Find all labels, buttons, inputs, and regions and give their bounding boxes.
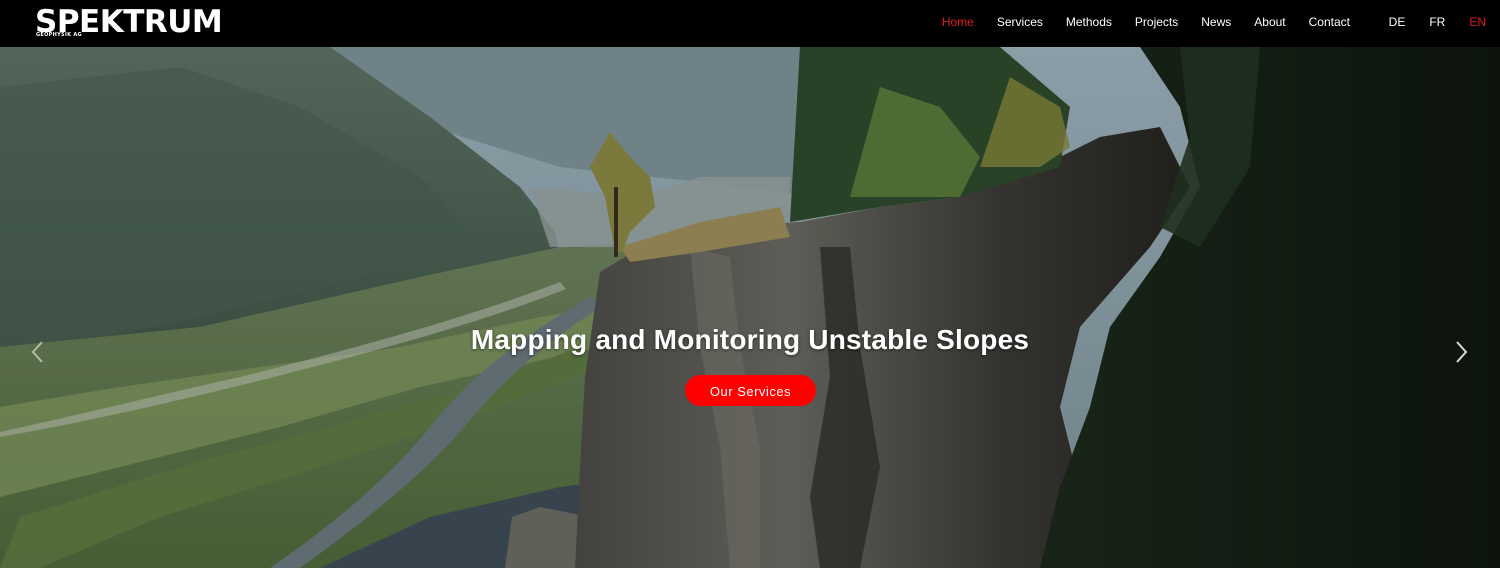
our-services-button[interactable]: Our Services: [685, 375, 816, 406]
nav-item-news[interactable]: News: [1201, 15, 1231, 29]
nav-item-about[interactable]: About: [1254, 15, 1285, 29]
lang-en[interactable]: EN: [1469, 15, 1486, 29]
lang-fr[interactable]: FR: [1429, 15, 1445, 29]
site-header: SPEKTRUM GEOPHYSIK AG Home Services Meth…: [0, 0, 1500, 47]
hero-background-image: [0, 47, 1500, 568]
chevron-right-icon: [1456, 341, 1468, 363]
nav-item-projects[interactable]: Projects: [1135, 15, 1178, 29]
hero-title: Mapping and Monitoring Unstable Slopes: [470, 323, 1030, 355]
nav-item-home[interactable]: Home: [942, 15, 974, 29]
page: SPEKTRUM GEOPHYSIK AG Home Services Meth…: [0, 0, 1500, 568]
nav-item-contact[interactable]: Contact: [1309, 15, 1350, 29]
lang-de[interactable]: DE: [1389, 15, 1406, 29]
hero-slider: Mapping and Monitoring Unstable Slopes O…: [0, 47, 1500, 568]
language-switcher: DE FR EN: [1365, 0, 1486, 43]
nav-item-methods[interactable]: Methods: [1066, 15, 1112, 29]
slider-next-button[interactable]: [1452, 337, 1472, 367]
slider-prev-button[interactable]: [28, 337, 48, 367]
main-nav: Home Services Methods Projects News Abou…: [919, 0, 1350, 43]
chevron-left-icon: [31, 341, 43, 363]
nav-item-services[interactable]: Services: [997, 15, 1043, 29]
logo-subline: GEOPHYSIK AG: [36, 32, 85, 39]
site-logo[interactable]: SPEKTRUM GEOPHYSIK AG: [35, 4, 245, 42]
